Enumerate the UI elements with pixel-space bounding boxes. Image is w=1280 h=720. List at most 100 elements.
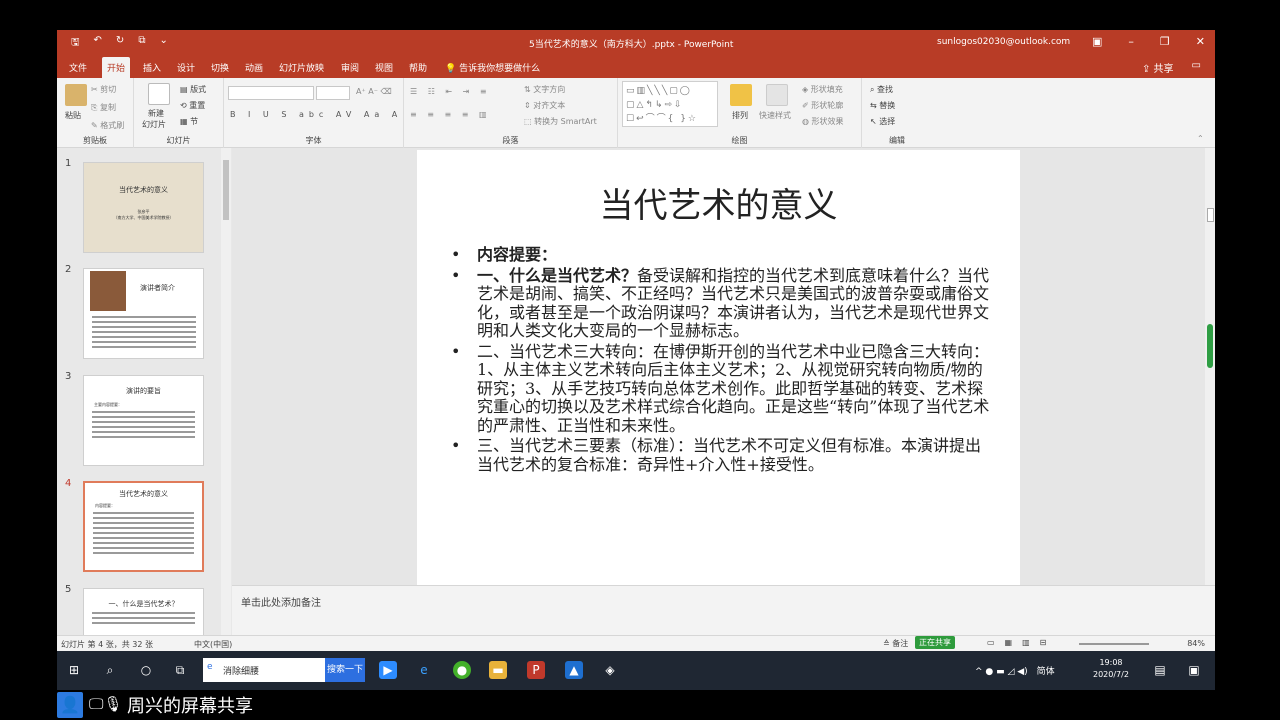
scissors-icon: ✂ [91, 85, 98, 94]
brush-icon: ✎ [91, 121, 98, 130]
zoom-level[interactable]: 84% [1187, 639, 1205, 648]
app-icon[interactable]: ▲ [565, 661, 583, 679]
collapse-ribbon-icon[interactable]: ⌃ [1197, 134, 1204, 143]
sharing-badge[interactable]: 正在共享 [915, 636, 955, 649]
arrange-icon[interactable] [730, 84, 752, 106]
layout-icon: ▤ [180, 85, 188, 94]
tab-view[interactable]: 视图 [375, 61, 393, 74]
tab-file[interactable]: 文件 [69, 61, 87, 74]
tab-review[interactable]: 审阅 [341, 61, 359, 74]
current-slide[interactable]: 当代艺术的意义 内容提要： 一、什么是当代艺术？备受误解和指控的当代艺术到底意味… [417, 150, 1020, 586]
list-icons[interactable]: ☰ ☷ ⇤ ⇥ ≡ [410, 87, 491, 96]
powerpoint-icon[interactable]: P [527, 661, 545, 679]
scrollbar-thumb[interactable] [223, 160, 229, 220]
tab-help[interactable]: 帮助 [409, 61, 427, 74]
tab-design[interactable]: 设计 [177, 61, 195, 74]
new-slide-button[interactable]: 新建 [148, 108, 164, 119]
browser-search-box[interactable]: e 消除细腰 [203, 658, 325, 682]
person-icon[interactable]: 👤 [57, 692, 83, 718]
share-button[interactable]: ⇪ 共享 [1142, 60, 1174, 75]
tab-insert[interactable]: 插入 [143, 61, 161, 74]
microphone-icon[interactable]: 🖵🎙 [89, 695, 123, 713]
shape-effects-button[interactable]: ◍ 形状效果 [802, 116, 844, 127]
notes-pane[interactable]: 单击此处添加备注 [232, 585, 1215, 635]
undo-icon[interactable]: ↶ [94, 35, 102, 52]
tell-me-box[interactable]: 💡 告诉我你想要做什么 [445, 61, 540, 74]
slide-thumbnails-panel: 1 当代艺术的意义 张彦平 （南方大学、中国美术学院教授） 2 演讲者简介 3 … [57, 148, 232, 679]
share-control-grip[interactable] [1207, 324, 1213, 368]
customize-qat-icon[interactable]: ⌄ [159, 35, 167, 52]
shape-fill-button[interactable]: ◈ 形状填充 [802, 84, 843, 95]
slide-body[interactable]: 内容提要： 一、什么是当代艺术？备受误解和指控的当代艺术到底意味着什么？当代艺术… [451, 245, 991, 476]
font-style-buttons[interactable]: B I U S abc AV Aa A [230, 110, 402, 119]
font-name-select[interactable] [228, 86, 314, 100]
save-icon[interactable]: 🖫 [71, 35, 80, 52]
shapes-gallery[interactable]: ▭▥╲╲╲▢◯ ▢△↰↳⇨⇩ ☐↩⌒⌒{ }☆ [622, 81, 718, 127]
shape-outline-button[interactable]: ✐ 形状轮廓 [802, 100, 843, 111]
notes-icon: ≙ [883, 639, 890, 648]
format-painter-button[interactable]: ✎ 格式刷 [91, 120, 124, 131]
paste-icon[interactable] [65, 84, 87, 106]
new-slide-icon[interactable] [148, 83, 170, 105]
cut-button[interactable]: ✂ 剪切 [91, 84, 116, 95]
quick-styles-button[interactable]: 快速样式 [759, 110, 791, 121]
font-size-select[interactable] [316, 86, 350, 100]
wechat-icon[interactable]: ● [453, 661, 471, 679]
paste-button[interactable]: 粘贴 [65, 110, 81, 121]
slide-scrollbar[interactable] [1205, 148, 1215, 585]
replace-button[interactable]: ⇆ 替换 [870, 100, 895, 111]
reset-button[interactable]: ⟲ 重置 [180, 100, 205, 111]
close-icon[interactable]: ✕ [1196, 35, 1205, 48]
search-icon[interactable]: ⌕ [101, 661, 119, 679]
align-icons[interactable]: ≡ ≡ ≡ ≡ ▥ [410, 110, 491, 119]
zoom-slider[interactable] [1079, 643, 1149, 645]
account-name[interactable]: sunlogos02030@outlook.com [937, 37, 1070, 47]
cortana-icon[interactable]: ○ [137, 661, 155, 679]
align-text-button[interactable]: ⇕ 对齐文本 [524, 100, 565, 111]
notes-toggle[interactable]: ≙ 备注 [883, 638, 908, 649]
view-buttons[interactable]: ▭▦▥⊟ [987, 638, 1056, 647]
language-indicator[interactable]: 中文(中国) [194, 639, 232, 650]
ime-indicator[interactable]: 简体 [1037, 667, 1055, 677]
scrollbar-thumb[interactable] [1207, 208, 1214, 222]
copy-button[interactable]: ⎘ 复制 [91, 102, 116, 113]
tab-home[interactable]: 开始 [102, 57, 131, 78]
notification-icon[interactable]: ▤ [1151, 661, 1169, 679]
zoom-app-icon[interactable]: ▶ [379, 661, 397, 679]
text-direction-button[interactable]: ⇅ 文字方向 [524, 84, 565, 95]
start-from-beginning-icon[interactable]: ⧉ [138, 35, 145, 52]
find-button[interactable]: ⌕ 查找 [870, 84, 893, 95]
quick-styles-icon[interactable] [766, 84, 788, 106]
minimize-icon[interactable]: – [1128, 35, 1134, 48]
layout-button[interactable]: ▤ 版式 [180, 84, 206, 95]
shared-screen: 🖫 ↶ ↻ ⧉ ⌄ 5当代艺术的意义（南方科大）.pptx - PowerPoi… [57, 30, 1215, 690]
task-view-icon[interactable]: ⧉ [171, 661, 189, 679]
tab-slideshow[interactable]: 幻灯片放映 [279, 61, 324, 74]
select-button[interactable]: ↖ 选择 [870, 116, 895, 127]
windows-start-icon[interactable]: ⊞ [65, 661, 83, 679]
restore-icon[interactable]: ❐ [1160, 35, 1170, 48]
section-button[interactable]: ▦ 节 [180, 116, 198, 127]
slide-thumbnail-1[interactable]: 当代艺术的意义 张彦平 （南方大学、中国美术学院教授） [83, 162, 204, 253]
clock[interactable]: 19:08 2020/7/2 [1093, 657, 1129, 681]
comments-icon[interactable]: ▭ [1192, 60, 1201, 75]
slide-thumbnail-4[interactable]: 当代艺术的意义 内容提要： [83, 481, 204, 572]
smartart-button[interactable]: ⬚ 转换为 SmartArt [524, 116, 597, 127]
edge-icon[interactable]: e [415, 661, 433, 679]
file-explorer-icon[interactable]: ▬ [489, 661, 507, 679]
ribbon-display-icon[interactable]: ▣ [1092, 35, 1102, 48]
action-center-icon[interactable]: ▣ [1185, 661, 1203, 679]
tab-animations[interactable]: 动画 [245, 61, 263, 74]
thumbnails-scrollbar[interactable] [221, 148, 231, 635]
slide-thumbnail-3[interactable]: 演讲的要旨 主要内容提要： [83, 375, 204, 466]
bullet-2-text: 二、当代艺术三大转向：在博伊斯开创的当代艺术中业已隐含三大转向：1、从主体主义艺… [477, 341, 990, 435]
search-submit-button[interactable]: 搜索一下 [325, 658, 365, 682]
slide-title[interactable]: 当代艺术的意义 [417, 178, 1020, 227]
system-tray[interactable]: ^ ● ▬ ◿ ◀) 简体 [975, 664, 1055, 677]
slide-thumbnail-2[interactable]: 演讲者简介 [83, 268, 204, 359]
arrange-button[interactable]: 排列 [732, 110, 748, 121]
redo-icon[interactable]: ↻ [116, 35, 124, 52]
app-icon-2[interactable]: ◈ [601, 661, 619, 679]
font-grow-shrink-icon[interactable]: A⁺ A⁻ ⌫ [356, 87, 392, 96]
tab-transitions[interactable]: 切换 [211, 61, 229, 74]
